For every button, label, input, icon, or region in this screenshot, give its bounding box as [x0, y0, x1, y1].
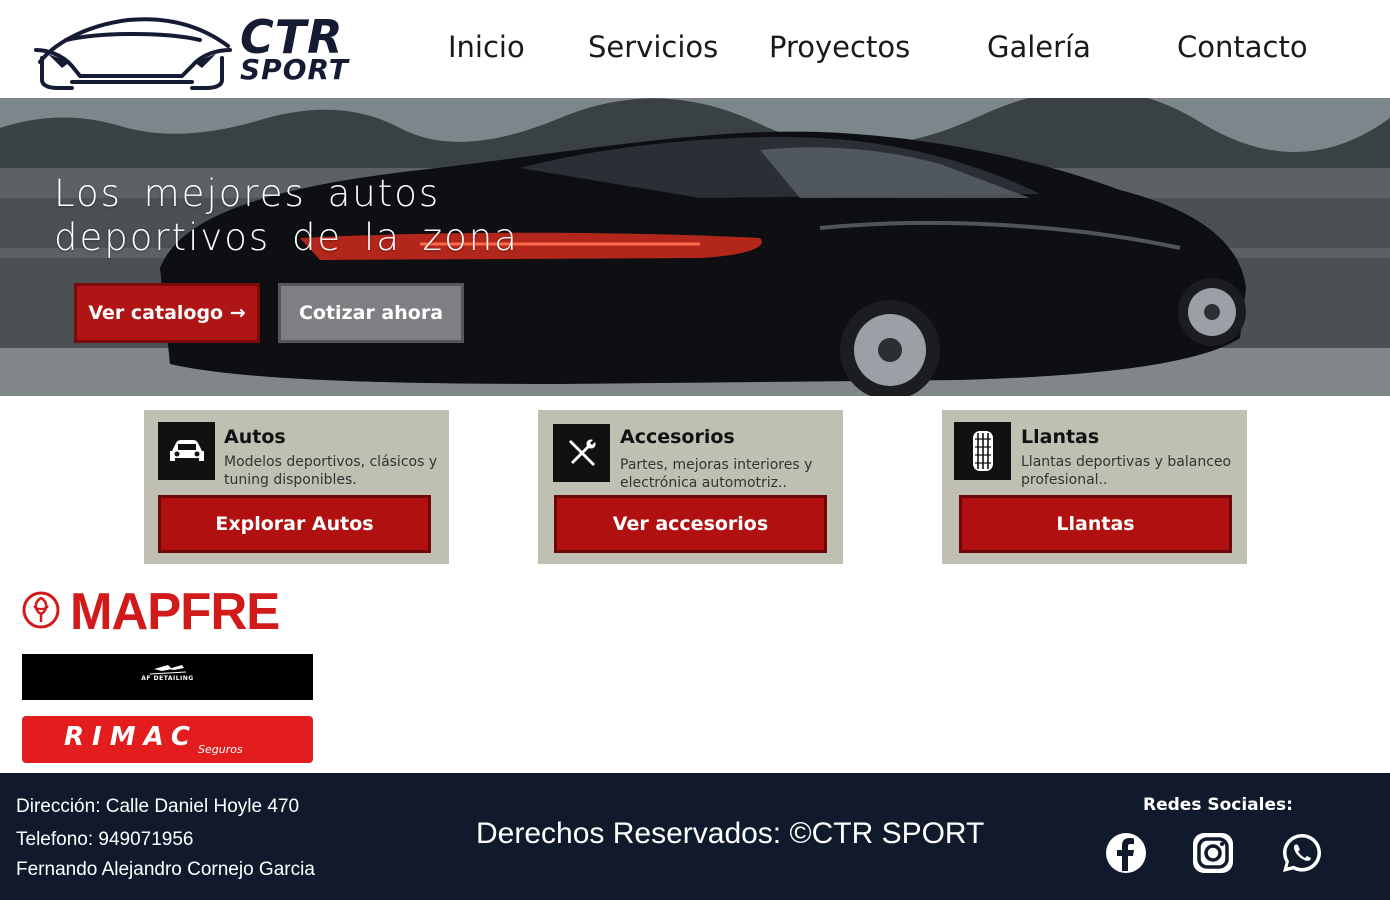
hero-title: Los mejores autos deportivos de la zona [54, 172, 519, 259]
tire-icon [954, 422, 1011, 480]
logo-sport-text: SPORT [240, 53, 349, 86]
whatsapp-icon[interactable] [1280, 831, 1324, 875]
view-accessories-button[interactable]: Ver accesorios [554, 495, 827, 553]
tires-button[interactable]: Llantas [959, 495, 1232, 553]
car-logo-icon [34, 17, 232, 90]
accesorios-card: Accesorios Partes, mejoras interiores y … [538, 410, 843, 564]
hero-banner: Los mejores autos deportivos de la zona … [0, 98, 1390, 396]
footer-address: Dirección: Calle Daniel Hoyle 470 [16, 796, 300, 817]
llantas-card: Llantas Llantas deportivas y balanceo pr… [942, 410, 1247, 564]
logo-wordmark: CTR SPORT [240, 14, 349, 84]
view-catalog-button[interactable]: Ver catalogo → [74, 283, 260, 343]
site-footer: Dirección: Calle Daniel Hoyle 470 Telefo… [0, 773, 1390, 900]
car-icon [158, 422, 215, 480]
footer-rights: Derechos Reservados: ©CTR SPORT [476, 817, 985, 850]
af-detailing-logo[interactable]: AF DETAILING [22, 654, 313, 700]
quote-now-button[interactable]: Cotizar ahora [278, 283, 464, 343]
social-title: Redes Sociales: [1143, 795, 1293, 815]
nav-servicios[interactable]: Servicios [588, 30, 718, 64]
card-title: Llantas [1021, 426, 1100, 448]
explore-autos-button[interactable]: Explorar Autos [158, 495, 431, 553]
instagram-icon[interactable] [1191, 831, 1235, 875]
nav-proyectos[interactable]: Proyectos [769, 30, 910, 64]
site-header: CTR SPORT Inicio Servicios Proyectos Gal… [0, 0, 1390, 98]
card-description: Modelos deportivos, clásicos y tuning di… [224, 454, 438, 488]
rimac-logo[interactable]: RIMAC Seguros [22, 716, 313, 763]
mapfre-logo[interactable]: MAPFRE [22, 582, 313, 641]
nav-inicio[interactable]: Inicio [448, 30, 525, 64]
footer-phone: Telefono: 949071956 [16, 829, 194, 850]
card-description: Partes, mejoras interiores y electrónica… [620, 457, 813, 491]
card-title: Autos [224, 426, 286, 448]
rimac-text: RIMAC [64, 722, 198, 752]
nav-contacto[interactable]: Contacto [1177, 30, 1308, 64]
nav-galeria[interactable]: Galería [987, 30, 1091, 64]
ctr-sport-logo[interactable]: CTR SPORT [32, 10, 372, 90]
footer-name: Fernando Alejandro Cornejo Garcia [16, 859, 315, 880]
mapfre-text: MAPFRE [70, 583, 280, 641]
card-description: Llantas deportivas y balanceo profesiona… [1021, 454, 1232, 488]
rimac-seguros-text: Seguros [198, 743, 243, 756]
card-title: Accesorios [620, 426, 735, 448]
autos-card: Autos Modelos deportivos, clásicos y tun… [144, 410, 449, 564]
tools-icon [553, 424, 610, 482]
facebook-icon[interactable] [1104, 831, 1148, 875]
af-detailing-text: AF DETAILING [141, 675, 194, 682]
